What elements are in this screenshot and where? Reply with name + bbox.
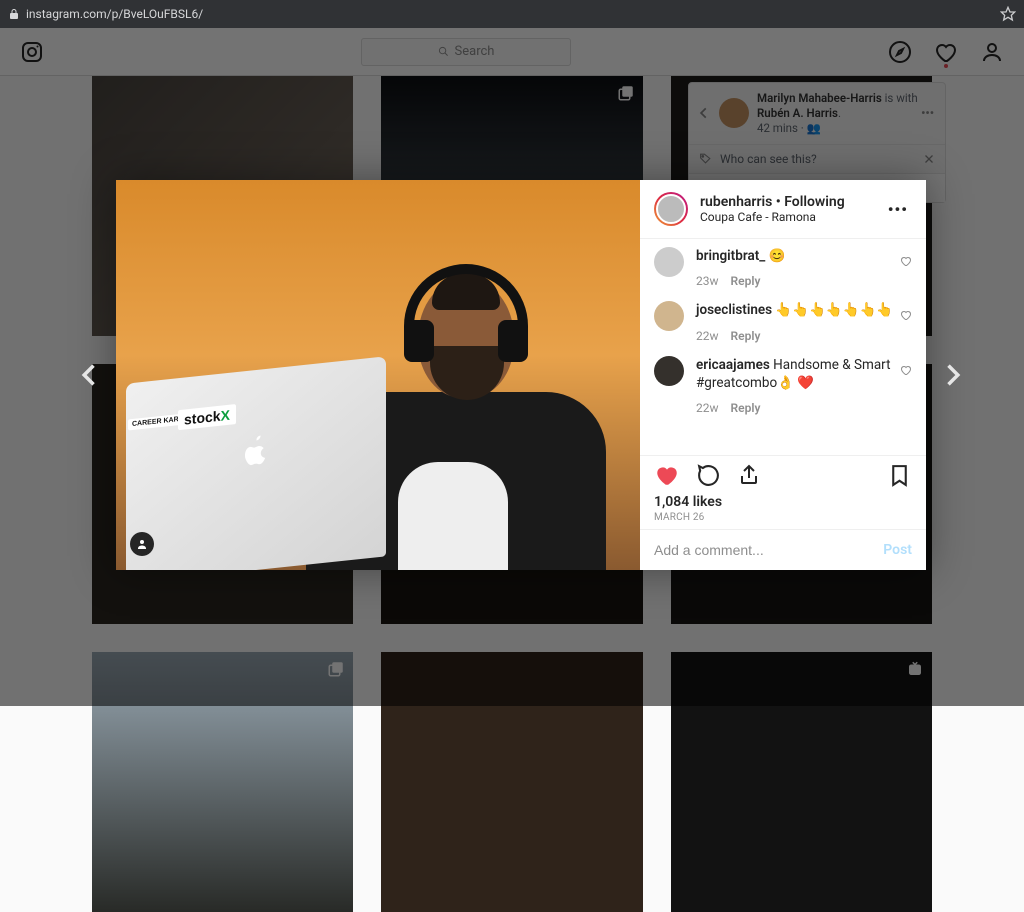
- previous-post-arrow[interactable]: [76, 361, 104, 389]
- post-actions: 1,084 likes MARCH 26: [640, 455, 926, 529]
- like-comment-icon[interactable]: [900, 247, 912, 289]
- lock-icon: [8, 8, 20, 20]
- comments-list: bringitbrat_ 😊 23w Reply joseclistines 👆👆…: [640, 239, 926, 455]
- follow-separator: •: [772, 194, 784, 210]
- comment-item: joseclistines 👆👆👆👆👆👆👆 22w Reply: [654, 301, 912, 343]
- comment-input[interactable]: [654, 542, 883, 558]
- author-username[interactable]: rubenharris: [700, 194, 772, 210]
- commenter-username[interactable]: joseclistines: [696, 302, 772, 318]
- bookmark-star-icon[interactable]: [1000, 6, 1016, 22]
- commenter-username[interactable]: ericaajames: [696, 357, 770, 373]
- likes-count[interactable]: 1,084 likes: [654, 494, 912, 510]
- post-image[interactable]: CAREER KARMA stockX: [116, 180, 640, 570]
- follow-state[interactable]: Following: [784, 194, 844, 210]
- apple-logo-icon: [242, 435, 270, 474]
- comment-item: bringitbrat_ 😊 23w Reply: [654, 247, 912, 289]
- comment-item: ericaajames Handsome & Smart #greatcombo…: [654, 356, 912, 417]
- reply-button[interactable]: Reply: [731, 401, 761, 415]
- submit-comment-button[interactable]: Post: [883, 542, 912, 558]
- post-location[interactable]: Coupa Cafe - Ramona: [700, 210, 884, 224]
- comment-time: 22w: [696, 401, 719, 415]
- tagged-people-icon[interactable]: [130, 532, 154, 556]
- comment-text: 😊: [765, 248, 785, 264]
- sticker-stockx: stockX: [178, 404, 236, 430]
- author-avatar[interactable]: [654, 192, 688, 226]
- commenter-avatar[interactable]: [654, 301, 684, 331]
- share-icon[interactable]: [737, 463, 761, 487]
- post-more-icon[interactable]: •••: [884, 200, 912, 219]
- like-icon[interactable]: [654, 462, 680, 488]
- like-comment-icon[interactable]: [900, 301, 912, 343]
- reply-button[interactable]: Reply: [731, 274, 761, 288]
- comment-time: 23w: [696, 274, 719, 288]
- post-header: rubenharris • Following Coupa Cafe - Ram…: [640, 180, 926, 239]
- post-date: MARCH 26: [654, 512, 912, 523]
- url-text: instagram.com/p/BveLOuFBSL6/: [26, 7, 1000, 21]
- add-comment-row: Post: [640, 529, 926, 570]
- next-post-arrow[interactable]: [938, 361, 966, 389]
- reply-button[interactable]: Reply: [731, 329, 761, 343]
- like-comment-icon[interactable]: [900, 356, 912, 417]
- comment-time: 22w: [696, 329, 719, 343]
- commenter-avatar[interactable]: [654, 247, 684, 277]
- comment-text: 👆👆👆👆👆👆👆: [772, 302, 893, 318]
- browser-address-bar: instagram.com/p/BveLOuFBSL6/: [0, 0, 1024, 28]
- commenter-avatar[interactable]: [654, 356, 684, 386]
- save-icon[interactable]: [887, 463, 912, 488]
- commenter-username[interactable]: bringitbrat_: [696, 248, 765, 264]
- post-modal: CAREER KARMA stockX rubenharris • Follow…: [116, 180, 926, 570]
- comment-icon[interactable]: [696, 463, 721, 488]
